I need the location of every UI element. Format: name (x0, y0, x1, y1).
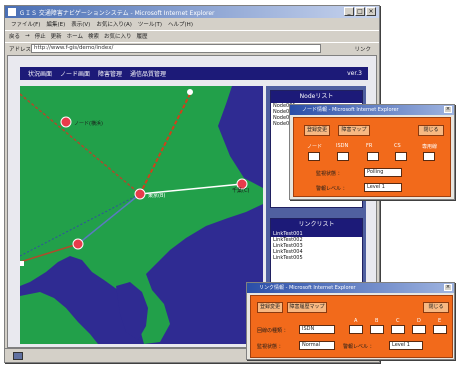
level-label: 警報レベル ： (316, 186, 348, 192)
menu-favorites[interactable]: お気に入り(A) (96, 20, 132, 28)
menu-file[interactable]: ファイル(F) (11, 20, 40, 28)
node-form: 登録変更 障害マップ 閉じる ノード ISDN FR CS 専用線 監視状態 ：… (293, 117, 451, 197)
app-header: 状況画面 ノード画面 障害管理 通信品質管理 ver.3 (20, 67, 368, 80)
address-bar: アドレス(D) http://www.f-gis/demo/index/ リンク (5, 42, 379, 53)
value-field[interactable] (412, 325, 426, 334)
history-button[interactable]: 履歴 (137, 32, 148, 40)
network-map[interactable]: ノード(横浜) 東京(B) 千葉(C) (20, 86, 263, 344)
home-button[interactable]: ホーム (67, 32, 83, 40)
checkbox-field[interactable] (423, 152, 435, 161)
col-label: 専用線 (422, 144, 438, 150)
value-field[interactable] (370, 325, 384, 334)
col-label: ノード (307, 144, 323, 150)
col-label: C (396, 318, 400, 324)
status-field[interactable]: Normal (299, 341, 335, 350)
map-canvas: ノード(横浜) 東京(B) 千葉(C) (20, 86, 263, 344)
stop-button[interactable]: 停止 (35, 32, 46, 40)
menu-help[interactable]: ヘルプ(H) (168, 20, 193, 28)
save-button[interactable]: 登録変更 (257, 302, 283, 313)
nav-node[interactable]: ノード画面 (60, 69, 90, 78)
menu-view[interactable]: 表示(V) (71, 20, 90, 28)
map-node-tokyo[interactable] (134, 188, 146, 200)
close-button[interactable]: × (366, 7, 376, 16)
col-label: ISDN (336, 143, 349, 149)
dialog-title: リンク情報 - Microsoft Internet Explorer (247, 283, 454, 293)
nav-fault[interactable]: 障害管理 (98, 69, 122, 78)
history-map-button[interactable]: 障害履歴マップ (287, 302, 327, 313)
map-node-south[interactable] (72, 238, 84, 250)
forward-button[interactable]: → (25, 33, 30, 39)
computer-icon (13, 352, 23, 360)
node-info-dialog: ノード情報 - Microsoft Internet Explorer × 登録… (289, 104, 455, 200)
col-label: CS (394, 143, 401, 149)
checkbox-field[interactable] (395, 152, 407, 161)
value-field[interactable] (391, 325, 405, 334)
level-label: 警報レベル ： (343, 344, 375, 350)
nav-quality[interactable]: 通信品質管理 (130, 69, 166, 78)
col-label: D (417, 318, 421, 324)
title-bar: ＧＩＳ 交通障害ナビゲーションシステム - Microsoft Internet… (5, 6, 379, 18)
map-node-edge[interactable] (20, 261, 24, 266)
favorites-button[interactable]: お気に入り (104, 32, 132, 40)
links-button[interactable]: リンク (354, 45, 371, 53)
menu-bar: ファイル(F) 編集(E) 表示(V) お気に入り(A) ツール(T) ヘルプ(… (5, 19, 379, 29)
list-item[interactable]: LinkTest005 (271, 255, 362, 261)
close-icon[interactable]: × (444, 284, 452, 291)
col-label: FR (366, 143, 373, 149)
link-form: 登録変更 障害履歴マップ 閉じる A B C D E 回線の種類 ： ISDN … (250, 295, 453, 358)
status-label: 監視状態 ： (316, 171, 343, 177)
search-button[interactable]: 検索 (88, 32, 99, 40)
checkbox-field[interactable] (337, 152, 349, 161)
map-label-tokyo: 東京(B) (148, 192, 165, 199)
value-field[interactable] (349, 325, 363, 334)
map-node-endpoint[interactable] (187, 89, 193, 95)
checkbox-field[interactable] (308, 152, 320, 161)
address-input[interactable]: http://www.f-gis/demo/index/ (31, 44, 321, 53)
status-label: 監視状態 ： (257, 344, 284, 350)
col-label: A (354, 318, 358, 324)
close-icon[interactable]: × (444, 106, 452, 113)
link-list-title: リンクリスト (271, 219, 362, 231)
level-field[interactable]: Level 1 (389, 341, 423, 350)
back-button[interactable]: 戻る (9, 32, 20, 40)
browser-icon (8, 8, 16, 16)
col-label: E (438, 318, 442, 324)
map-label-chiba: 千葉(C) (232, 187, 249, 194)
line-type-label: 回線の種類 ： (257, 328, 289, 334)
fault-map-button[interactable]: 障害マップ (338, 125, 370, 136)
map-node-yokohama[interactable] (60, 116, 72, 128)
dialog-close-button[interactable]: 閉じる (418, 125, 444, 136)
save-button[interactable]: 登録変更 (304, 125, 330, 136)
value-field[interactable] (433, 325, 447, 334)
toolbar: 戻る → 停止 更新 ホーム 検索 お気に入り 履歴 (5, 30, 379, 41)
map-label-node: ノード(横浜) (74, 120, 103, 127)
node-list-title: Nodeリスト (271, 91, 362, 103)
app-version: ver.3 (347, 70, 362, 77)
line-type-field[interactable]: ISDN (299, 325, 335, 334)
level-field[interactable]: Level 1 (364, 183, 402, 192)
menu-edit[interactable]: 編集(E) (46, 20, 65, 28)
nav-status[interactable]: 状況画面 (28, 69, 52, 78)
maximize-button[interactable]: □ (355, 7, 365, 16)
checkbox-field[interactable] (367, 152, 379, 161)
status-field[interactable]: Polling (364, 168, 402, 177)
dialog-close-button[interactable]: 閉じる (423, 302, 449, 313)
dialog-title: ノード情報 - Microsoft Internet Explorer (290, 105, 454, 115)
minimize-button[interactable]: _ (344, 7, 354, 16)
col-label: B (375, 318, 379, 324)
refresh-button[interactable]: 更新 (51, 32, 62, 40)
menu-tools[interactable]: ツール(T) (138, 20, 162, 28)
link-info-dialog: リンク情報 - Microsoft Internet Explorer × 登録… (246, 282, 455, 360)
window-title: ＧＩＳ 交通障害ナビゲーションシステム - Microsoft Internet… (19, 10, 215, 17)
